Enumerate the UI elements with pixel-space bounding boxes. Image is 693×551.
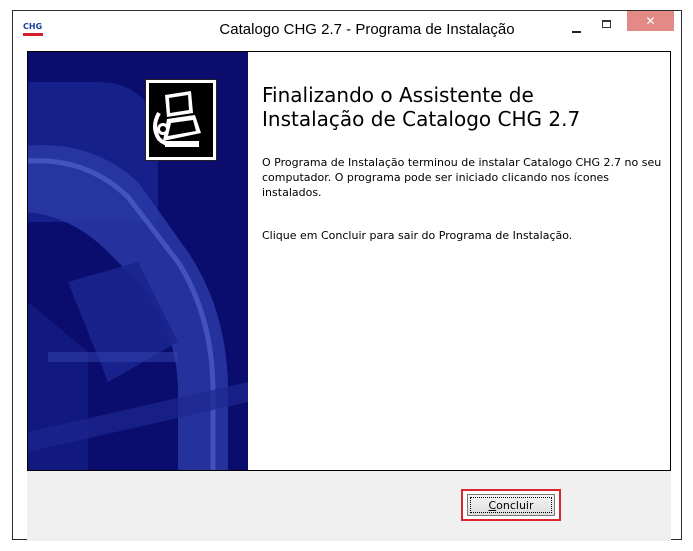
wizard-main-panel: Finalizando o Assistente de Instalação d… bbox=[262, 52, 670, 470]
finish-button[interactable]: Concluir bbox=[461, 489, 561, 521]
installer-computer-icon bbox=[145, 79, 217, 161]
finish-button-label: Concluir bbox=[488, 499, 533, 512]
installer-icon-frame bbox=[149, 83, 213, 157]
maximize-icon bbox=[602, 20, 611, 28]
wizard-heading-line1: Finalizando o Assistente de bbox=[262, 83, 534, 107]
finish-button-accelerator: C bbox=[488, 498, 497, 512]
wizard-content: Finalizando o Assistente de Instalação d… bbox=[27, 51, 671, 471]
installer-window: CHG Catalogo CHG 2.7 - Programa de Insta… bbox=[12, 10, 682, 541]
minimize-button[interactable] bbox=[563, 21, 590, 43]
wizard-footer bbox=[27, 471, 671, 541]
finish-message: O Programa de Instalação terminou de ins… bbox=[262, 156, 662, 199]
wizard-heading: Finalizando o Assistente de Instalação d… bbox=[262, 83, 662, 131]
finish-button-face[interactable]: Concluir bbox=[467, 494, 555, 516]
close-button[interactable]: ✕ bbox=[627, 11, 674, 31]
close-icon: ✕ bbox=[645, 14, 656, 28]
wizard-heading-line2: Instalação de Catalogo CHG 2.7 bbox=[262, 107, 581, 131]
title-bar[interactable]: CHG Catalogo CHG 2.7 - Programa de Insta… bbox=[13, 11, 681, 51]
installer-icon-drawing bbox=[149, 83, 211, 155]
minimize-icon bbox=[572, 31, 581, 33]
exit-instruction: Clique em Concluir para sair do Programa… bbox=[262, 229, 573, 242]
wizard-side-banner bbox=[28, 52, 248, 470]
maximize-button[interactable] bbox=[593, 13, 620, 35]
finish-button-label-rest: oncluir bbox=[496, 498, 534, 512]
